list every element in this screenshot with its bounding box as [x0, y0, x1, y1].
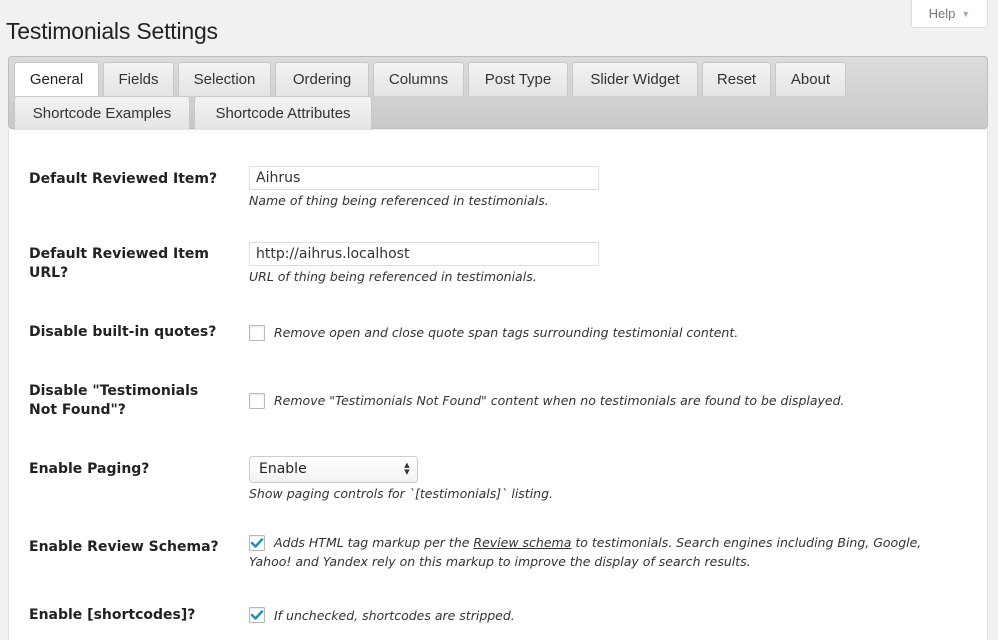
tab-bar: General Fields Selection Ordering Column… [8, 56, 988, 130]
disable-quotes-checkbox[interactable] [249, 325, 265, 341]
paging-description: Show paging controls for `[testimonials]… [249, 486, 554, 501]
reviewed-item-description: Name of thing being referenced in testim… [249, 193, 549, 208]
tab-general[interactable]: General [14, 62, 99, 96]
disable-not-found-label-line2: Not Found"? [29, 402, 126, 418]
tab-label: General [29, 71, 84, 88]
tab-label: Shortcode Examples [32, 105, 172, 122]
tab-label: Columns [388, 71, 449, 88]
help-tab[interactable]: Help ▼ [911, 0, 988, 28]
review-schema-label: Enable Review Schema? [29, 539, 219, 555]
tab-label: Slider Widget [590, 71, 680, 88]
reviewed-item-url-label-line2: URL? [29, 265, 69, 281]
reviewed-item-url-input[interactable]: http://aihrus.localhost [249, 242, 599, 266]
review-schema-checkbox[interactable] [249, 535, 265, 551]
shortcodes-checkbox[interactable] [249, 607, 265, 623]
tab-about[interactable]: About [775, 62, 846, 96]
tab-slider-widget[interactable]: Slider Widget [572, 62, 698, 96]
tab-label: Post Type [484, 71, 552, 88]
tab-label: Fields [118, 71, 159, 88]
review-schema-description: Adds HTML tag markup per the Review sche… [274, 533, 921, 552]
tab-label: Shortcode Attributes [215, 105, 351, 122]
review-schema-link[interactable]: Review schema [473, 535, 571, 550]
review-schema-description-line2: Yahoo! and Yandex rely on this markup to… [249, 554, 751, 569]
tab-reset[interactable]: Reset [702, 62, 771, 96]
tab-ordering[interactable]: Ordering [275, 62, 369, 96]
shortcodes-description: If unchecked, shortcodes are stripped. [274, 608, 515, 623]
tab-label: About [790, 71, 831, 88]
paging-select-value: Enable [259, 461, 307, 477]
tab-shortcode-examples[interactable]: Shortcode Examples [14, 96, 190, 130]
reviewed-item-input[interactable]: Aihrus [249, 166, 599, 190]
tab-label: Selection [193, 71, 256, 88]
disable-quotes-description: Remove open and close quote span tags su… [274, 325, 739, 340]
help-label: Help [928, 6, 956, 21]
checkmark-icon [250, 538, 264, 548]
reviewed-item-url-description: URL of thing being referenced in testimo… [249, 269, 537, 284]
chevron-down-icon: ▼ [961, 8, 971, 19]
page-title: Testimonials Settings [6, 18, 218, 44]
review-schema-desc-pre: Adds HTML tag markup per the [274, 535, 474, 550]
checkmark-icon [250, 610, 264, 620]
review-schema-desc-post: to testimonials. Search engines includin… [571, 535, 922, 550]
disable-quotes-label: Disable built-in quotes? [29, 324, 217, 340]
disable-not-found-description: Remove "Testimonials Not Found" content … [274, 393, 845, 408]
reviewed-item-url-label-line1: Default Reviewed Item [29, 246, 209, 262]
settings-form: Default Reviewed Item? Aihrus Name of th… [8, 130, 988, 640]
disable-not-found-label-line1: Disable "Testimonials [29, 383, 199, 399]
tab-fields[interactable]: Fields [103, 62, 174, 96]
shortcodes-label: Enable [shortcodes]? [29, 607, 196, 623]
tab-post-type[interactable]: Post Type [468, 62, 568, 96]
paging-label: Enable Paging? [29, 461, 150, 477]
disable-not-found-checkbox[interactable] [249, 393, 265, 409]
tab-columns[interactable]: Columns [373, 62, 464, 96]
reviewed-item-url-label: Default Reviewed Item URL? [29, 245, 209, 283]
select-arrows-icon: ▲ ▼ [404, 461, 410, 476]
disable-not-found-label: Disable "Testimonials Not Found"? [29, 382, 198, 420]
reviewed-item-label: Default Reviewed Item? [29, 171, 218, 187]
paging-select[interactable]: Enable ▲ ▼ [249, 456, 418, 483]
tab-selection[interactable]: Selection [178, 62, 271, 96]
tab-label: Reset [716, 71, 757, 88]
tab-shortcode-attributes[interactable]: Shortcode Attributes [194, 96, 372, 130]
tab-label: Ordering [292, 71, 352, 88]
